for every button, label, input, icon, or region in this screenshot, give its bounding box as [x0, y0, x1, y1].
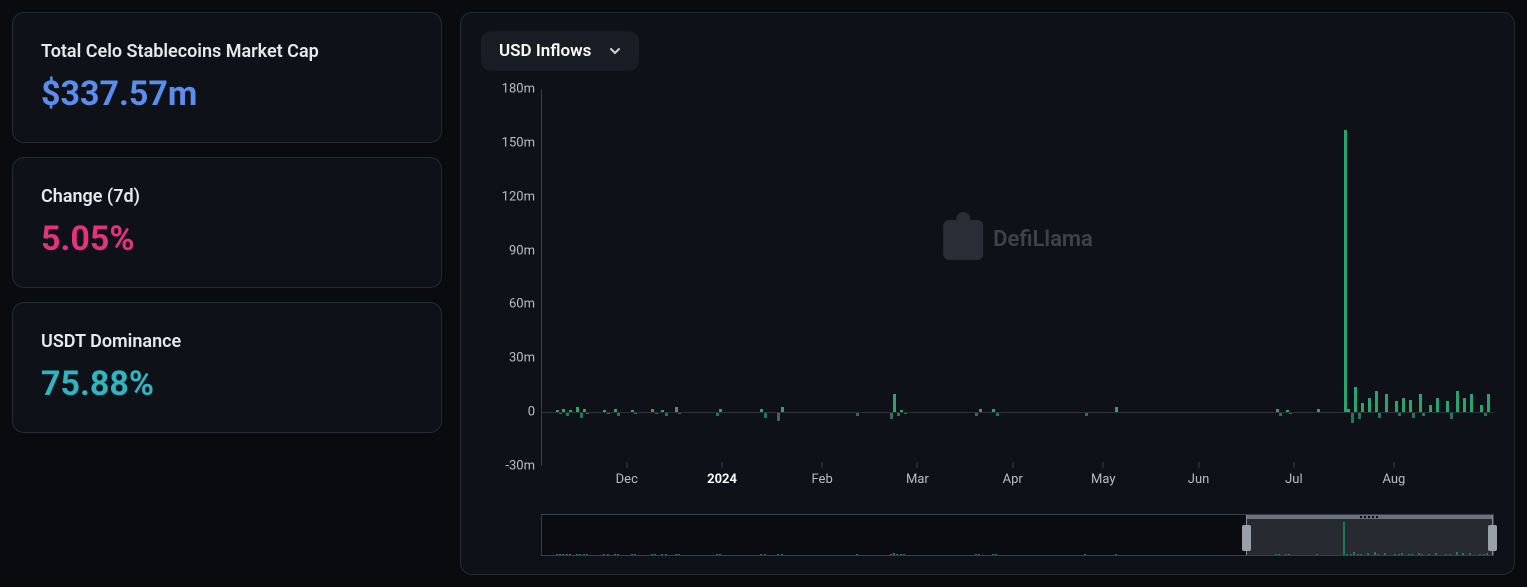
bar — [890, 412, 893, 419]
bar — [1395, 401, 1398, 412]
metric-dropdown-label: USD Inflows — [499, 41, 591, 61]
dominance-value: 75.88% — [41, 364, 413, 404]
dominance-card: USDT Dominance 75.88% — [12, 302, 442, 433]
bar — [1351, 412, 1354, 423]
chart-panel: USD Inflows 180m 150m 120m 90m 60m 30m 0 -30m D… — [460, 12, 1515, 575]
bar — [1463, 398, 1466, 412]
bar — [1368, 398, 1371, 412]
chart-grid: DefiLlama — [541, 89, 1494, 466]
change-value: 5.05% — [41, 219, 413, 259]
y-tick: 180m — [481, 82, 535, 97]
marketcap-label: Total Celo Stablecoins Market Cap — [41, 41, 413, 62]
bar — [1419, 394, 1422, 412]
brush-selection[interactable] — [1246, 515, 1493, 555]
y-tick: 120m — [481, 189, 535, 204]
dominance-label: USDT Dominance — [41, 331, 413, 352]
time-brush[interactable] — [541, 510, 1494, 556]
y-tick: 0 — [481, 405, 535, 420]
x-tick: Apr — [1003, 472, 1023, 487]
x-tick: 2024 — [707, 472, 737, 487]
bar — [1402, 398, 1405, 412]
y-tick: -30m — [481, 459, 535, 474]
marketcap-value: $337.57m — [41, 74, 413, 114]
chevron-down-icon — [609, 45, 621, 57]
bars-layer — [542, 89, 1494, 466]
brush-track — [541, 514, 1494, 556]
y-tick: 30m — [481, 351, 535, 366]
marketcap-card: Total Celo Stablecoins Market Cap $337.5… — [12, 12, 442, 143]
y-tick: 90m — [481, 243, 535, 258]
stats-column: Total Celo Stablecoins Market Cap $337.5… — [12, 12, 442, 575]
x-tick: Feb — [812, 472, 833, 487]
brush-handle-right[interactable] — [1488, 525, 1497, 551]
x-axis: Dec 2024 Feb Mar Apr May Jun Jul Aug — [541, 466, 1494, 496]
bar — [1344, 130, 1347, 412]
x-tick: Jun — [1188, 472, 1210, 487]
change-card: Change (7d) 5.05% — [12, 157, 442, 288]
bar — [1436, 398, 1439, 412]
bar — [1429, 405, 1432, 412]
change-label: Change (7d) — [41, 186, 413, 207]
x-tick: Jul — [1285, 472, 1303, 487]
bar — [1409, 400, 1412, 413]
bar — [1358, 412, 1361, 419]
y-axis: 180m150m120m90m60m30m0-30m — [481, 89, 541, 466]
bar — [1456, 391, 1459, 413]
y-tick: 60m — [481, 297, 535, 312]
bar — [1375, 391, 1378, 413]
bar — [1487, 394, 1490, 412]
bar — [1450, 412, 1453, 419]
bar — [1446, 401, 1449, 412]
bar — [1480, 405, 1483, 412]
bar — [1470, 394, 1473, 412]
y-tick: 150m — [481, 135, 535, 150]
x-tick: Mar — [906, 472, 929, 487]
x-tick: Dec — [616, 472, 638, 487]
metric-dropdown[interactable]: USD Inflows — [481, 31, 639, 71]
bar — [777, 412, 780, 421]
x-tick: Aug — [1382, 472, 1405, 487]
bar — [1361, 403, 1364, 412]
plot-area[interactable]: 180m150m120m90m60m30m0-30m DefiLlama Dec… — [481, 89, 1494, 556]
x-tick: May — [1091, 472, 1115, 487]
brush-handle-left[interactable] — [1242, 525, 1251, 551]
bar — [1354, 387, 1357, 412]
bar — [1385, 394, 1388, 412]
bar — [893, 394, 896, 412]
